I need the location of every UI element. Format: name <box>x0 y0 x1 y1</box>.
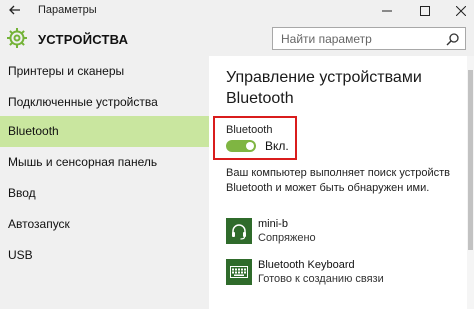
device-item-mini-b[interactable]: mini-b Сопряжено <box>226 218 466 250</box>
toggle-knob <box>246 142 254 150</box>
toggle-state-label: Вкл. <box>265 139 289 153</box>
sidebar-item-connected-devices[interactable]: Подключенные устройства <box>0 87 209 118</box>
scrollbar-thumb[interactable] <box>468 70 473 250</box>
title-bar: Параметры <box>0 0 474 22</box>
keyboard-icon <box>226 259 252 285</box>
device-name: mini-b <box>258 218 288 230</box>
search-input[interactable]: Найти параметр <box>272 27 466 50</box>
bluetooth-toggle[interactable] <box>226 140 256 152</box>
sidebar-item-autoplay[interactable]: Автозапуск <box>0 209 209 240</box>
sidebar-item-bluetooth[interactable]: Bluetooth <box>0 116 209 147</box>
sidebar-item-usb[interactable]: USB <box>0 240 209 271</box>
scrollbar[interactable] <box>467 56 474 309</box>
device-name: Bluetooth Keyboard <box>258 259 355 271</box>
gear-icon <box>5 26 29 50</box>
section-title: Управление устройствами Bluetooth <box>226 69 422 107</box>
search-placeholder: Найти параметр <box>281 32 372 46</box>
sidebar-item-printers[interactable]: Принтеры и сканеры <box>0 56 209 87</box>
close-button[interactable] <box>444 0 474 22</box>
sidebar-item-input[interactable]: Ввод <box>0 178 209 209</box>
device-status: Сопряжено <box>258 232 316 244</box>
device-status: Готово к созданию связи <box>258 273 384 285</box>
headset-icon <box>226 218 252 244</box>
back-arrow-icon[interactable] <box>7 2 23 18</box>
bluetooth-description: Ваш компьютер выполняет поиск устройств … <box>226 167 450 194</box>
search-icon[interactable] <box>446 32 460 46</box>
minimize-button[interactable] <box>370 0 404 22</box>
sidebar-item-mouse-touchpad[interactable]: Мышь и сенсорная панель <box>0 147 209 178</box>
bluetooth-toggle-highlight: Bluetooth Вкл. <box>213 116 297 160</box>
page-title: УСТРОЙСТВА <box>38 32 129 47</box>
device-item-bluetooth-keyboard[interactable]: Bluetooth Keyboard Готово к созданию свя… <box>226 259 466 291</box>
bluetooth-label: Bluetooth <box>226 124 273 136</box>
settings-header: УСТРОЙСТВА Найти параметр <box>0 22 474 56</box>
sidebar: Принтеры и сканеры Подключенные устройст… <box>0 56 209 309</box>
main-content: Управление устройствами Bluetooth Blueto… <box>209 56 474 309</box>
window-title: Параметры <box>38 4 97 16</box>
maximize-button[interactable] <box>408 0 442 22</box>
